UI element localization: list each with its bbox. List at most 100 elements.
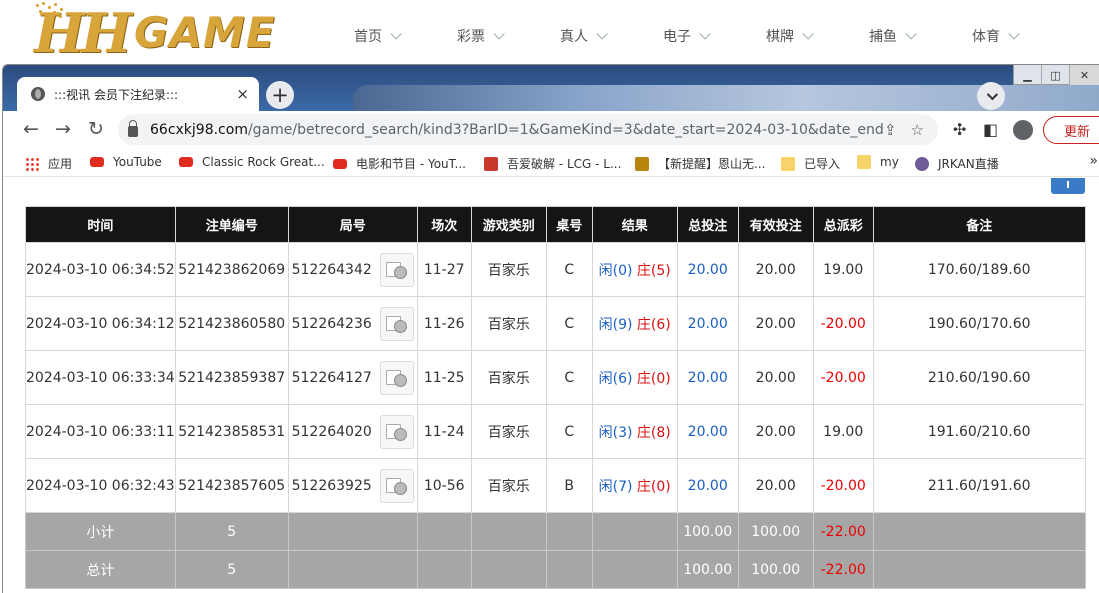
site-logo[interactable]: HH GAME: [34, 2, 276, 64]
active-tab[interactable]: :::视讯 会员下注纪录::: ×: [17, 77, 259, 111]
column-header: 备注: [872, 206, 1086, 243]
subtotal-bet: 100.00: [676, 512, 739, 551]
subtotal-count: 5: [174, 512, 289, 551]
bookmarks-more-icon[interactable]: »: [1089, 153, 1098, 169]
nav-item-cards[interactable]: 棋牌: [766, 26, 869, 46]
forward-arrow-icon[interactable]: →: [55, 120, 71, 139]
bookmark-folder-imported[interactable]: 已导入: [781, 155, 840, 172]
maximize-button[interactable]: ◫: [1042, 65, 1070, 85]
game-type-cell: 百家乐: [470, 458, 547, 513]
video-replay-icon: [385, 423, 408, 441]
nav-item-fishing[interactable]: 捕鱼: [869, 26, 972, 46]
nav-item-sports[interactable]: 体育: [972, 26, 1075, 46]
minimize-button[interactable]: ▁: [1014, 65, 1042, 85]
game-type-cell: 百家乐: [470, 350, 547, 405]
globe-icon: [31, 87, 45, 101]
table-row: 2024-03-10 06:34:12 521423860580 512264236…: [25, 296, 1086, 351]
bookmark-52pojie[interactable]: 吾爱破解 - LCG - L...: [484, 155, 621, 172]
browser-toolbar: ← → ↻ 66cxkj98.com/game/betrecord_search…: [3, 111, 1099, 149]
round-id-cell: 512264236: [287, 296, 418, 351]
update-button[interactable]: 更新: [1043, 116, 1099, 144]
column-header: 局号: [287, 206, 418, 243]
replay-video-button[interactable]: [379, 468, 414, 503]
site-nav: 首页 彩票 真人 电子 棋牌 捕鱼 体育: [354, 26, 1075, 46]
url-text[interactable]: 66cxkj98.com/game/betrecord_search/kind3…: [150, 122, 884, 138]
total-bet-cell: 20.00: [676, 296, 739, 351]
table-no-cell: C: [545, 404, 593, 459]
nav-item-lottery[interactable]: 彩票: [457, 26, 560, 46]
result-cell: 闲(0) 庄(5): [591, 242, 678, 297]
side-panel-icon[interactable]: ◧: [983, 120, 998, 139]
bookmark-movies[interactable]: 电影和节目 - YouT...: [333, 155, 466, 172]
site-icon: [484, 156, 498, 171]
back-arrow-icon[interactable]: ←: [23, 120, 39, 139]
subtotal-payout: -22.00: [812, 512, 874, 551]
payout-cell: -20.00: [812, 350, 874, 405]
subtotal-row: 小计 5 100.00 100.00 -22.00: [25, 512, 1086, 551]
total-row: 总计 5 100.00 100.00 -22.00: [25, 550, 1086, 589]
bet-id-cell: 521423860580: [174, 296, 289, 351]
tab-search-button[interactable]: [977, 82, 1005, 110]
chevron-down-icon: [390, 28, 402, 40]
bookmark-right[interactable]: 【新提醒】恩山无...: [635, 155, 765, 172]
tab-title: :::视讯 会员下注纪录:::: [54, 87, 179, 102]
result-cell: 闲(6) 庄(0): [591, 350, 678, 405]
folder-icon: [857, 155, 871, 169]
nav-item-home[interactable]: 首页: [354, 26, 457, 46]
bookmark-classic-rock[interactable]: Classic Rock Great...: [179, 155, 325, 169]
valid-bet-cell: 20.00: [737, 404, 814, 459]
banker-result: 庄(0): [636, 478, 671, 495]
scroll-top-button[interactable]: [1051, 178, 1085, 194]
replay-video-button[interactable]: [379, 252, 414, 287]
chevron-down-icon: [986, 88, 999, 101]
extensions-puzzle-icon[interactable]: ✣: [953, 120, 966, 139]
chevron-down-icon: [493, 28, 505, 40]
bookmark-apps[interactable]: 应用: [25, 155, 72, 172]
table-no-cell: C: [545, 350, 593, 405]
bookmark-star-icon[interactable]: ☆: [911, 121, 924, 139]
column-header: 场次: [416, 206, 472, 243]
youtube-icon: [179, 157, 193, 167]
result-cell: 闲(9) 庄(6): [591, 296, 678, 351]
session-cell: 11-25: [416, 350, 472, 405]
close-window-button[interactable]: ✕: [1070, 65, 1099, 85]
nav-item-slots[interactable]: 电子: [663, 26, 766, 46]
player-result: 闲(6): [598, 370, 633, 387]
tab-close-icon[interactable]: ×: [236, 85, 249, 103]
total-bet-cell: 20.00: [676, 350, 739, 405]
round-id-text: 512264020: [291, 423, 372, 440]
table-row: 2024-03-10 06:34:52 521423862069 512264342…: [25, 242, 1086, 297]
site-header: HH GAME 首页 彩票 真人 电子 棋牌 捕鱼 体育: [0, 0, 1099, 64]
round-id-text: 512264236: [291, 315, 372, 332]
nav-item-live[interactable]: 真人: [560, 26, 663, 46]
reload-icon[interactable]: ↻: [88, 120, 104, 139]
logo-dots-decoration: [34, 2, 68, 20]
replay-video-button[interactable]: [379, 414, 414, 449]
table-no-cell: C: [545, 242, 593, 297]
bookmark-youtube[interactable]: YouTube: [90, 155, 162, 169]
time-cell: 2024-03-10 06:33:11: [25, 404, 176, 459]
note-cell: 190.60/170.60: [872, 296, 1086, 351]
tab-strip: ▁ ◫ ✕ :::视讯 会员下注纪录::: × +: [3, 65, 1099, 111]
site-icon: [635, 156, 649, 171]
player-result: 闲(7): [598, 478, 633, 495]
replay-video-button[interactable]: [379, 360, 414, 395]
valid-bet-cell: 20.00: [737, 296, 814, 351]
player-result: 闲(3): [598, 424, 633, 441]
profile-avatar-icon[interactable]: [1013, 120, 1033, 140]
address-bar[interactable]: 66cxkj98.com/game/betrecord_search/kind3…: [118, 114, 938, 145]
bookmark-folder-my[interactable]: my: [857, 155, 899, 169]
bookmarks-bar: 应用 YouTube Classic Rock Great... 电影和节目 -…: [3, 149, 1099, 177]
session-cell: 11-26: [416, 296, 472, 351]
share-icon[interactable]: ⇪: [884, 121, 897, 139]
banker-result: 庄(5): [636, 262, 671, 279]
replay-video-button[interactable]: [379, 306, 414, 341]
column-header: 总派彩: [812, 206, 874, 243]
bet-records-table: 时间 注单编号 局号 场次 游戏类别 桌号 结果 总投注 有效投注 总派彩 备注 2024-03-1…: [25, 206, 1086, 589]
session-cell: 10-56: [416, 458, 472, 513]
new-tab-button[interactable]: +: [266, 81, 294, 109]
bookmark-jrkan[interactable]: JRKAN直播: [915, 155, 999, 172]
total-bet-cell: 20.00: [676, 242, 739, 297]
lock-icon[interactable]: [128, 120, 138, 137]
video-replay-icon: [385, 261, 408, 279]
